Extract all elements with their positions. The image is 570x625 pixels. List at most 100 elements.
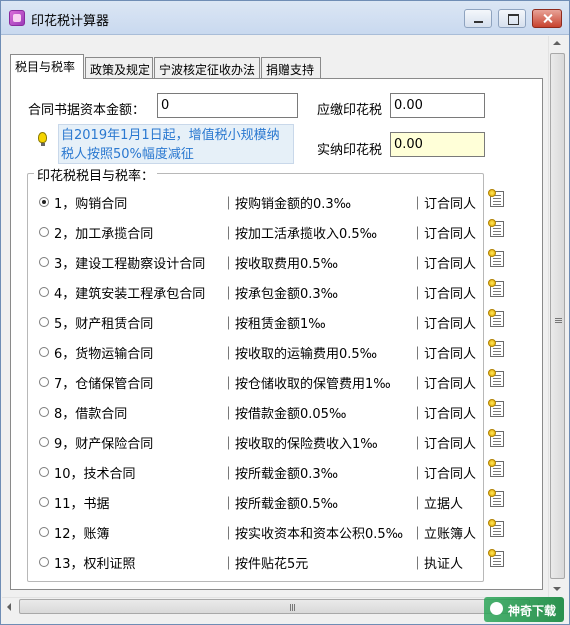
item-radio[interactable] <box>39 467 49 477</box>
capital-label: 合同书据资本金额： <box>28 103 146 118</box>
item-name[interactable]: 9，财产保险合同 <box>54 433 153 452</box>
item-rate: ｜按所载金额0.5‰ <box>222 497 339 512</box>
actual-field[interactable] <box>390 132 485 157</box>
item-rate: ｜按实收资本和资本公积0.5‰ <box>222 527 404 542</box>
item-name[interactable]: 1，购销合同 <box>54 193 127 212</box>
item-party: ｜订合同人 <box>411 257 477 272</box>
tax-item-row[interactable]: 5，财产租赁合同 ｜按租赁金额1‰ ｜订合同人 <box>1 309 531 333</box>
document-info-icon[interactable] <box>488 369 504 387</box>
payable-label: 应缴印花税 <box>317 103 383 118</box>
tax-item-row[interactable]: 13，权利证照 ｜按件贴花5元 ｜执证人 <box>1 549 531 573</box>
tax-item-row[interactable]: 11，书据 ｜按所载金额0.5‰ ｜立据人 <box>1 489 531 513</box>
document-info-icon[interactable] <box>488 399 504 417</box>
payable-field[interactable] <box>390 93 485 118</box>
item-party: ｜订合同人 <box>411 287 477 302</box>
item-radio[interactable] <box>39 527 49 537</box>
capital-input[interactable] <box>157 93 298 118</box>
tax-item-row[interactable]: 12，账簿 ｜按实收资本和资本公积0.5‰ ｜立账簿人 <box>1 519 531 543</box>
app-icon <box>9 10 25 26</box>
item-party: ｜立账簿人 <box>411 527 477 542</box>
item-rate: ｜按收取的保险费收入1‰ <box>222 437 378 452</box>
horizontal-scrollbar[interactable] <box>2 597 548 615</box>
item-radio[interactable] <box>39 557 49 567</box>
item-radio[interactable] <box>39 377 49 387</box>
document-info-icon[interactable] <box>488 189 504 207</box>
tab-tax-items[interactable]: 税目与税率 <box>10 54 84 79</box>
tax-item-row[interactable]: 6，货物运输合同 ｜按收取的运输费用0.5‰ ｜订合同人 <box>1 339 531 363</box>
item-name[interactable]: 6，货物运输合同 <box>54 343 153 362</box>
scroll-down-arrow-icon[interactable] <box>553 587 561 591</box>
item-party: ｜执证人 <box>411 557 464 572</box>
tax-item-row[interactable]: 10，技术合同 ｜按所载金额0.3‰ ｜订合同人 <box>1 459 531 483</box>
tax-item-row[interactable]: 7，仓储保管合同 ｜按仓储收取的保管费用1‰ ｜订合同人 <box>1 369 531 393</box>
item-name[interactable]: 5，财产租赁合同 <box>54 313 153 332</box>
item-party: ｜订合同人 <box>411 227 477 242</box>
tax-item-row[interactable]: 1，购销合同 ｜按购销金额的0.3‰ ｜订合同人 <box>1 189 531 213</box>
item-party: ｜订合同人 <box>411 437 477 452</box>
item-radio[interactable] <box>39 437 49 447</box>
item-rate: ｜按件贴花5元 <box>222 557 309 572</box>
item-rate: ｜按仓储收取的保管费用1‰ <box>222 377 391 392</box>
document-info-icon[interactable] <box>488 489 504 507</box>
window-title: 印花税计算器 <box>31 14 110 29</box>
item-name[interactable]: 2，加工承揽合同 <box>54 223 153 242</box>
item-rate: ｜按购销金额的0.3‰ <box>222 197 352 212</box>
item-party: ｜订合同人 <box>411 467 477 482</box>
item-name[interactable]: 10，技术合同 <box>54 463 136 482</box>
item-rate: ｜按承包金额0.3‰ <box>222 287 339 302</box>
item-party: ｜订合同人 <box>411 407 477 422</box>
scroll-left-arrow-icon[interactable] <box>7 603 11 611</box>
document-info-icon[interactable] <box>488 279 504 297</box>
tax-item-row[interactable]: 9，财产保险合同 ｜按收取的保险费收入1‰ ｜订合同人 <box>1 429 531 453</box>
item-party: ｜立据人 <box>411 497 464 512</box>
item-party: ｜订合同人 <box>411 377 477 392</box>
app-window: 印花税计算器 税目与税率 政策及规定 宁波核定征收办法 捐赠支持 合同书据资本金… <box>0 0 570 625</box>
tax-items-group-title: 印花税税目与税率： <box>34 165 158 184</box>
item-radio[interactable] <box>39 257 49 267</box>
tab-donate[interactable]: 捐赠支持 <box>261 57 321 78</box>
lightbulb-icon <box>38 132 47 146</box>
actual-label: 实纳印花税 <box>317 143 383 158</box>
item-radio[interactable] <box>39 227 49 237</box>
tax-item-row[interactable]: 4，建筑安装工程承包合同 ｜按承包金额0.3‰ ｜订合同人 <box>1 279 531 303</box>
item-radio[interactable] <box>39 347 49 357</box>
tax-item-row[interactable]: 8，借款合同 ｜按借款金额0.05‰ ｜订合同人 <box>1 399 531 423</box>
watermark-logo: 神奇下载 <box>484 597 564 622</box>
document-info-icon[interactable] <box>488 429 504 447</box>
vertical-scrollbar[interactable] <box>548 36 565 597</box>
item-party: ｜订合同人 <box>411 197 477 212</box>
item-name[interactable]: 3，建设工程勘察设计合同 <box>54 253 205 272</box>
horizontal-scroll-thumb[interactable] <box>19 599 530 614</box>
scroll-up-arrow-icon[interactable] <box>553 41 561 45</box>
tab-policy[interactable]: 政策及规定 <box>85 57 153 78</box>
item-radio[interactable] <box>39 497 49 507</box>
item-name[interactable]: 13，权利证照 <box>54 553 136 572</box>
item-radio[interactable] <box>39 197 49 207</box>
tax-notice: 自2019年1月1日起，增值税小规模纳税人按照50%幅度减征 <box>58 124 294 164</box>
document-info-icon[interactable] <box>488 309 504 327</box>
vertical-scroll-thumb[interactable] <box>550 53 565 579</box>
tax-item-row[interactable]: 3，建设工程勘察设计合同 ｜按收取费用0.5‰ ｜订合同人 <box>1 249 531 273</box>
item-radio[interactable] <box>39 317 49 327</box>
item-name[interactable]: 11，书据 <box>54 493 110 512</box>
item-name[interactable]: 7，仓储保管合同 <box>54 373 153 392</box>
item-name[interactable]: 8，借款合同 <box>54 403 127 422</box>
grip-icon <box>555 318 562 319</box>
maximize-button[interactable] <box>498 9 526 28</box>
item-radio[interactable] <box>39 287 49 297</box>
tax-item-row[interactable]: 2，加工承揽合同 ｜按加工活承揽收入0.5‰ ｜订合同人 <box>1 219 531 243</box>
document-info-icon[interactable] <box>488 339 504 357</box>
document-info-icon[interactable] <box>488 459 504 477</box>
item-radio[interactable] <box>39 407 49 417</box>
document-info-icon[interactable] <box>488 249 504 267</box>
close-button[interactable] <box>532 9 562 28</box>
minimize-button[interactable] <box>464 9 492 28</box>
document-info-icon[interactable] <box>488 549 504 567</box>
document-info-icon[interactable] <box>488 519 504 537</box>
item-name[interactable]: 12，账簿 <box>54 523 110 542</box>
title-bar[interactable]: 印花税计算器 <box>1 1 569 35</box>
item-name[interactable]: 4，建筑安装工程承包合同 <box>54 283 205 302</box>
item-party: ｜订合同人 <box>411 347 477 362</box>
tab-ningbo-method[interactable]: 宁波核定征收办法 <box>154 57 260 78</box>
document-info-icon[interactable] <box>488 219 504 237</box>
